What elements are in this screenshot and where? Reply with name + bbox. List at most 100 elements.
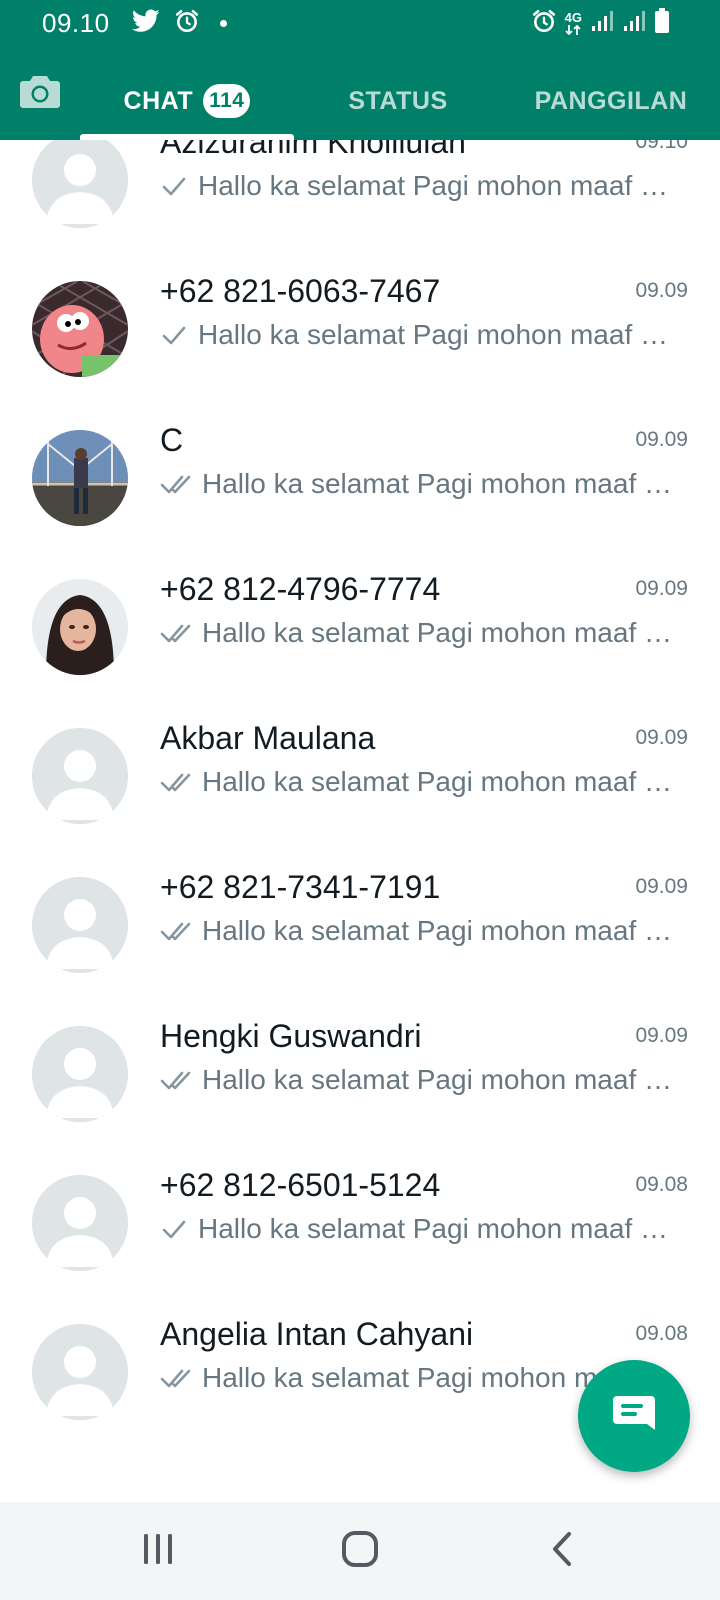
camera-icon	[19, 74, 61, 115]
battery-icon	[654, 7, 670, 39]
home-button[interactable]	[330, 1526, 390, 1576]
chat-row[interactable]: Azizurahim Kholilulah 09.10 Hallo ka sel…	[0, 140, 720, 278]
chat-row[interactable]: C 09.09 Hallo ka selamat Pagi mohon maaf…	[0, 422, 720, 576]
unread-badge: 114	[203, 84, 251, 118]
tab-chat-label: CHAT	[123, 86, 194, 115]
tab-chat[interactable]: CHAT 114	[80, 62, 294, 140]
double-tick-icon	[160, 473, 192, 495]
camera-tab[interactable]	[18, 72, 62, 116]
status-bar: 09.10 4G	[0, 0, 720, 46]
chat-preview: Hallo ka selamat Pagi mohon maaf menggan…	[160, 468, 674, 500]
recent-apps-icon	[141, 1532, 175, 1571]
chat-preview: Hallo ka selamat Pagi mohon maaf menggan…	[160, 1213, 674, 1245]
avatar-default[interactable]	[32, 140, 128, 228]
chat-preview: Hallo ka selamat Pagi mohon maaf menggan…	[160, 617, 674, 649]
avatar-default[interactable]	[32, 1026, 128, 1122]
avatar-default[interactable]	[32, 728, 128, 824]
alarm-icon	[531, 8, 557, 39]
chat-row[interactable]: +62 821-7341-7191 09.09 Hallo ka selamat…	[0, 869, 720, 1023]
chat-preview-text: Hallo ka selamat Pagi mohon maaf menggan…	[202, 915, 674, 946]
chat-row[interactable]: +62 812-6501-5124 09.08 Hallo ka selamat…	[0, 1167, 720, 1321]
tab-status[interactable]: STATUS	[294, 62, 502, 140]
double-tick-icon	[160, 1367, 192, 1389]
new-chat-icon	[611, 1394, 657, 1439]
chat-time: 09.09	[635, 726, 688, 749]
chat-time: 09.09	[635, 577, 688, 600]
double-tick-icon	[160, 771, 192, 793]
signal-icon	[590, 9, 614, 38]
chat-name: C	[160, 422, 184, 458]
chat-time: 09.09	[635, 875, 688, 898]
signal-icon	[622, 9, 646, 38]
back-button[interactable]	[532, 1526, 592, 1576]
avatar-default[interactable]	[32, 877, 128, 973]
chat-preview-text: Hallo ka selamat Pagi mohon maaf menggan…	[198, 319, 674, 350]
double-tick-icon	[160, 1069, 192, 1091]
default-avatar-icon	[32, 1026, 128, 1122]
avatar-photo[interactable]	[32, 430, 128, 526]
chat-preview-text: Hallo ka selamat Pagi mohon maaf menggan…	[198, 170, 674, 201]
chat-time: 09.08	[635, 1173, 688, 1196]
alarm-icon	[174, 8, 200, 39]
tab-calls[interactable]: PANGGILAN	[502, 62, 720, 140]
default-avatar-icon	[32, 140, 128, 228]
chat-name: Azizurahim Kholilulah	[160, 140, 466, 160]
chat-preview: Hallo ka selamat Pagi mohon maaf menggan…	[160, 319, 674, 351]
chat-row[interactable]: Hengki Guswandri 09.09 Hallo ka selamat …	[0, 1018, 720, 1172]
network-label: 4G	[564, 9, 582, 25]
chat-time: 09.10	[635, 140, 688, 153]
tab-bar: CHAT 114 STATUS PANGGILAN	[0, 62, 720, 140]
tab-status-label: STATUS	[348, 86, 448, 115]
home-icon	[341, 1530, 379, 1573]
twitter-icon	[131, 8, 160, 38]
new-chat-button[interactable]	[578, 1360, 690, 1472]
chat-row[interactable]: Akbar Maulana 09.09 Hallo ka selamat Pag…	[0, 720, 720, 874]
status-left-icons	[131, 8, 227, 39]
default-avatar-icon	[32, 877, 128, 973]
chat-time: 09.09	[635, 1024, 688, 1047]
single-tick-icon	[160, 1218, 188, 1240]
app-bar: 09.10 4G CHAT 114 STATUS PANGGILAN	[0, 0, 720, 140]
chat-row[interactable]: +62 821-6063-7467 09.09 Hallo ka selamat…	[0, 273, 720, 427]
back-icon	[549, 1531, 575, 1572]
default-avatar-icon	[32, 1324, 128, 1420]
notification-dot	[220, 19, 227, 27]
chat-name: +62 821-7341-7191	[160, 869, 441, 905]
double-tick-icon	[160, 920, 192, 942]
4g-icon: 4G	[565, 11, 582, 36]
avatar-default[interactable]	[32, 1175, 128, 1271]
chat-row[interactable]: +62 812-4796-7774 09.09 Hallo ka selamat…	[0, 571, 720, 725]
tab-calls-label: PANGGILAN	[534, 86, 688, 115]
chat-list[interactable]: Azizurahim Kholilulah 09.10 Hallo ka sel…	[0, 140, 720, 1502]
chat-name: Akbar Maulana	[160, 720, 376, 756]
chat-preview: Hallo ka selamat Pagi mohon maaf menggan…	[160, 766, 674, 798]
status-time: 09.10	[42, 8, 110, 38]
system-nav-bar	[0, 1502, 720, 1600]
avatar-photo-image	[32, 281, 128, 377]
avatar-photo[interactable]	[32, 579, 128, 675]
avatar-photo-image	[32, 430, 128, 526]
chat-name: +62 821-6063-7467	[160, 273, 441, 309]
chat-preview-text: Hallo ka selamat Pagi mohon maaf menggan…	[202, 766, 674, 797]
chat-name: +62 812-4796-7774	[160, 571, 441, 607]
chat-name: +62 812-6501-5124	[160, 1167, 441, 1203]
avatar-photo[interactable]	[32, 281, 128, 377]
chat-preview: Hallo ka selamat Pagi mohon maaf menggan…	[160, 915, 674, 947]
status-right-icons: 4G	[531, 7, 670, 39]
chat-preview-text: Hallo ka selamat Pagi mohon maaf menggan…	[202, 468, 674, 499]
double-tick-icon	[160, 622, 192, 644]
chat-name: Hengki Guswandri	[160, 1018, 422, 1054]
chat-preview: Hallo ka selamat Pagi mohon maaf menggan…	[160, 170, 674, 202]
default-avatar-icon	[32, 1175, 128, 1271]
chat-name: Angelia Intan Cahyani	[160, 1316, 474, 1352]
chat-preview-text: Hallo ka selamat Pagi mohon maaf menggan…	[202, 1064, 674, 1095]
recent-apps-button[interactable]	[128, 1526, 188, 1576]
single-tick-icon	[160, 175, 188, 197]
default-avatar-icon	[32, 728, 128, 824]
chat-preview-text: Hallo ka selamat Pagi mohon maaf menggan…	[198, 1213, 674, 1244]
chat-preview-text: Hallo ka selamat Pagi mohon maaf menggan…	[202, 617, 674, 648]
avatar-photo-image	[32, 579, 128, 675]
chat-time: 09.09	[635, 428, 688, 451]
single-tick-icon	[160, 324, 188, 346]
avatar-default[interactable]	[32, 1324, 128, 1420]
